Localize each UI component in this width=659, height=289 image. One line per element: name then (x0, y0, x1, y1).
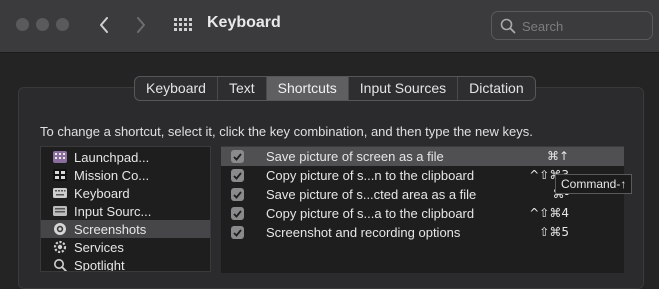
category-item-mission-control[interactable]: Mission Co... (41, 166, 210, 184)
shortcut-checkbox[interactable] (231, 207, 244, 220)
category-item-input-sources[interactable]: Input Sourc... (41, 202, 210, 220)
shortcut-table: Save picture of screen as a file ⌘↑ Copy… (221, 146, 624, 273)
category-label: Mission Co... (74, 167, 150, 183)
checkmark-icon (233, 209, 242, 218)
shortcut-checkbox[interactable] (231, 150, 244, 163)
category-label: Spotlight (74, 257, 125, 272)
grid-icon (174, 18, 192, 31)
shortcut-label: Save picture of screen as a file (266, 149, 444, 164)
forward-button[interactable] (129, 12, 153, 38)
mission-control-icon (53, 169, 67, 181)
title-bar: Keyboard (0, 0, 659, 53)
category-label: Screenshots (74, 221, 147, 237)
chevron-right-icon (137, 17, 145, 33)
checkmark-icon (233, 152, 242, 161)
back-button[interactable] (92, 12, 116, 38)
tab-shortcuts[interactable]: Shortcuts (266, 77, 349, 100)
instructions-text: To change a shortcut, select it, click t… (40, 124, 533, 139)
list-scrollbar[interactable] (211, 146, 220, 272)
chevron-left-icon (100, 17, 108, 33)
shortcut-row[interactable]: Save picture of screen as a file ⌘↑ (221, 147, 624, 166)
services-icon (53, 240, 67, 254)
shortcut-checkbox[interactable] (231, 226, 244, 239)
launchpad-icon (53, 151, 67, 163)
shortcut-label: Copy picture of s...n to the clipboard (266, 168, 475, 183)
category-label: Input Sourc... (74, 203, 152, 219)
shortcut-label: Save picture of s...cted area as a file (266, 187, 477, 202)
shortcut-keys[interactable]: ⌘↑ (547, 149, 569, 163)
tab-dictation[interactable]: Dictation (458, 77, 534, 100)
shortcut-keys[interactable]: ⇧⌘5 (539, 225, 569, 239)
shortcut-keys[interactable]: ^⇧⌘4 (529, 206, 569, 220)
window-title: Keyboard (207, 14, 281, 31)
shortcut-tooltip: Command-↑ (555, 174, 633, 194)
close-window-button[interactable] (16, 18, 29, 31)
show-all-button[interactable] (170, 12, 196, 38)
minimize-window-button[interactable] (36, 18, 49, 31)
category-item-screenshots[interactable]: Screenshots (41, 220, 210, 238)
input-sources-icon (53, 205, 67, 217)
category-item-spotlight[interactable]: Spotlight (41, 256, 210, 272)
search-field[interactable] (491, 11, 653, 40)
category-label: Services (74, 239, 124, 255)
shortcut-checkbox[interactable] (231, 188, 244, 201)
category-item-keyboard[interactable]: Keyboard (41, 184, 210, 202)
screenshot-icon (53, 223, 67, 235)
tab-text[interactable]: Text (218, 77, 267, 100)
category-item-launchpad[interactable]: Launchpad... (41, 148, 210, 166)
category-label: Launchpad... (74, 149, 150, 165)
tab-input-sources[interactable]: Input Sources (349, 77, 459, 100)
checkmark-icon (233, 228, 242, 237)
checkmark-icon (233, 171, 242, 180)
category-list: Launchpad... Mission Co... Keyboard Inpu… (40, 146, 211, 272)
zoom-window-button[interactable] (56, 18, 69, 31)
shortcut-row[interactable]: Copy picture of s...a to the clipboard ^… (221, 204, 624, 223)
spotlight-icon (53, 259, 67, 271)
shortcut-label: Copy picture of s...a to the clipboard (266, 206, 475, 221)
keyboard-icon (53, 187, 67, 199)
shortcut-row[interactable]: Screenshot and recording options ⇧⌘5 (221, 223, 624, 242)
category-label: Keyboard (74, 185, 130, 201)
search-input[interactable] (522, 17, 642, 35)
search-icon (500, 18, 516, 34)
shortcut-label: Screenshot and recording options (266, 225, 461, 240)
checkmark-icon (233, 190, 242, 199)
category-item-services[interactable]: Services (41, 238, 210, 256)
tab-keyboard[interactable]: Keyboard (135, 77, 218, 100)
shortcut-checkbox[interactable] (231, 169, 244, 182)
tab-bar: Keyboard Text Shortcuts Input Sources Di… (134, 76, 536, 101)
